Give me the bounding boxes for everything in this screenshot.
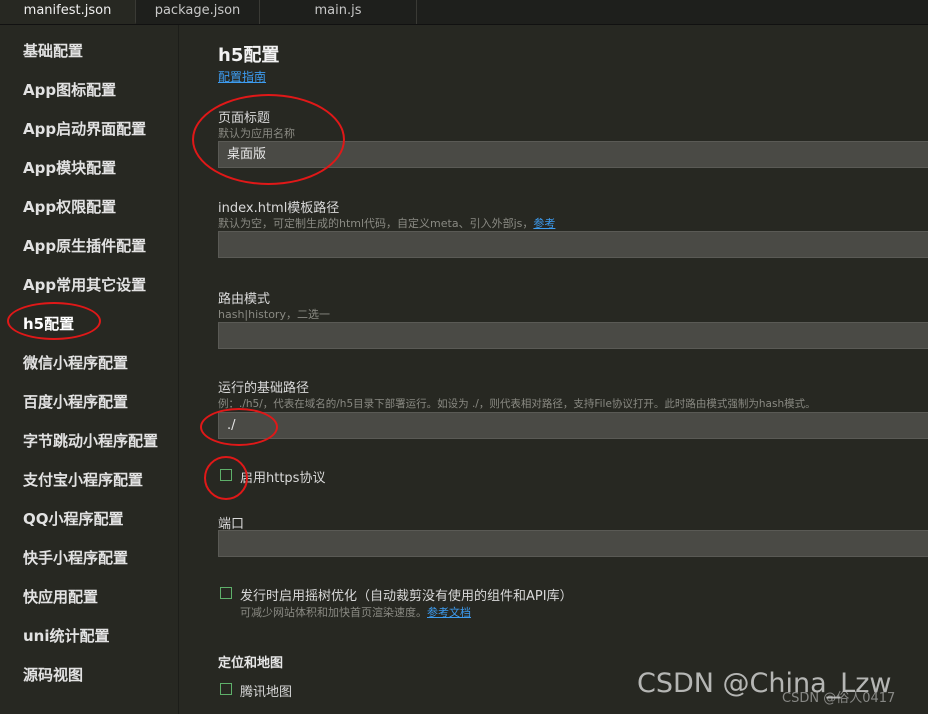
index-template-desc-wrap: 默认为空，可定制生成的html代码，自定义meta、引入外部js，参考	[218, 215, 555, 231]
sidebar-item-source-view[interactable]: 源码视图	[23, 664, 83, 685]
sidebar-item-baidu-mp[interactable]: 百度小程序配置	[23, 391, 128, 412]
sidebar-item-app-splash[interactable]: App启动界面配置	[23, 118, 146, 139]
https-checkbox[interactable]	[220, 469, 232, 481]
editor-tabs: manifest.json package.json main.js	[0, 0, 928, 25]
sidebar-item-uni-stat[interactable]: uni统计配置	[23, 625, 110, 646]
https-label: 启用https协议	[240, 471, 326, 486]
treeshake-desc: 可减少网站体积和加快首页渲染速度。	[240, 606, 427, 619]
base-path-desc: 例：./h5/，代表在域名的/h5目录下部署运行。如设为 ./，则代表相对路径，…	[218, 398, 816, 410]
sidebar-item-weixin-mp[interactable]: 微信小程序配置	[23, 352, 128, 373]
index-template-input[interactable]	[218, 231, 928, 258]
treeshake-checkbox[interactable]	[220, 587, 232, 599]
treeshake-doc-link[interactable]: 参考文档	[427, 606, 471, 619]
treeshake-desc-wrap: 可减少网站体积和加快首页渲染速度。参考文档	[240, 604, 471, 620]
sidebar-item-app-other[interactable]: App常用其它设置	[23, 274, 146, 295]
config-guide-link[interactable]: 配置指南	[218, 68, 266, 85]
index-template-label: index.html模板路径	[218, 201, 340, 216]
sidebar-item-app-icon[interactable]: App图标配置	[23, 79, 116, 100]
sidebar-item-app-permissions[interactable]: App权限配置	[23, 196, 116, 217]
router-mode-input[interactable]	[218, 322, 928, 349]
router-mode-label: 路由模式	[218, 292, 271, 307]
tab-package-json[interactable]: package.json	[136, 0, 260, 24]
page-title-label: 页面标题	[218, 111, 271, 126]
tencent-map-checkbox[interactable]	[220, 683, 232, 695]
map-section-title: 定位和地图	[218, 656, 284, 671]
sidebar-item-alipay-mp[interactable]: 支付宝小程序配置	[23, 469, 143, 490]
config-sidebar: 基础配置 App图标配置 App启动界面配置 App模块配置 App权限配置 A…	[0, 25, 179, 714]
sidebar-item-app-native-plugins[interactable]: App原生插件配置	[23, 235, 146, 256]
sidebar-item-quickapp[interactable]: 快应用配置	[23, 586, 98, 607]
treeshake-label: 发行时启用摇树优化（自动裁剪没有使用的组件和API库）	[240, 589, 573, 604]
sidebar-item-qq-mp[interactable]: QQ小程序配置	[23, 508, 124, 529]
tencent-map-label: 腾讯地图	[240, 685, 293, 700]
sidebar-item-basic[interactable]: 基础配置	[23, 40, 83, 61]
port-input[interactable]	[218, 530, 928, 557]
index-template-desc: 默认为空，可定制生成的html代码，自定义meta、引入外部js，	[218, 217, 534, 230]
base-path-label: 运行的基础路径	[218, 381, 310, 396]
tab-manifest-json[interactable]: manifest.json	[0, 0, 136, 24]
watermark-small: CSDN @俗人0417	[782, 691, 896, 706]
tab-main-js[interactable]: main.js	[260, 0, 417, 24]
base-path-input[interactable]: ./	[218, 412, 928, 439]
sidebar-item-h5[interactable]: h5配置	[23, 313, 74, 334]
sidebar-item-toutiao-mp[interactable]: 字节跳动小程序配置	[23, 430, 158, 451]
sidebar-item-app-modules[interactable]: App模块配置	[23, 157, 116, 178]
page-title-desc: 默认为应用名称	[218, 127, 295, 140]
page-title-input[interactable]: 桌面版	[218, 141, 928, 168]
h5-config-panel: h5配置 配置指南 页面标题 默认为应用名称 桌面版 index.html模板路…	[179, 25, 928, 714]
page-title: h5配置	[218, 45, 280, 66]
sidebar-item-kuaishou-mp[interactable]: 快手小程序配置	[23, 547, 128, 568]
index-template-ref-link[interactable]: 参考	[533, 217, 555, 230]
router-mode-desc: hash|history，二选一	[218, 308, 330, 321]
